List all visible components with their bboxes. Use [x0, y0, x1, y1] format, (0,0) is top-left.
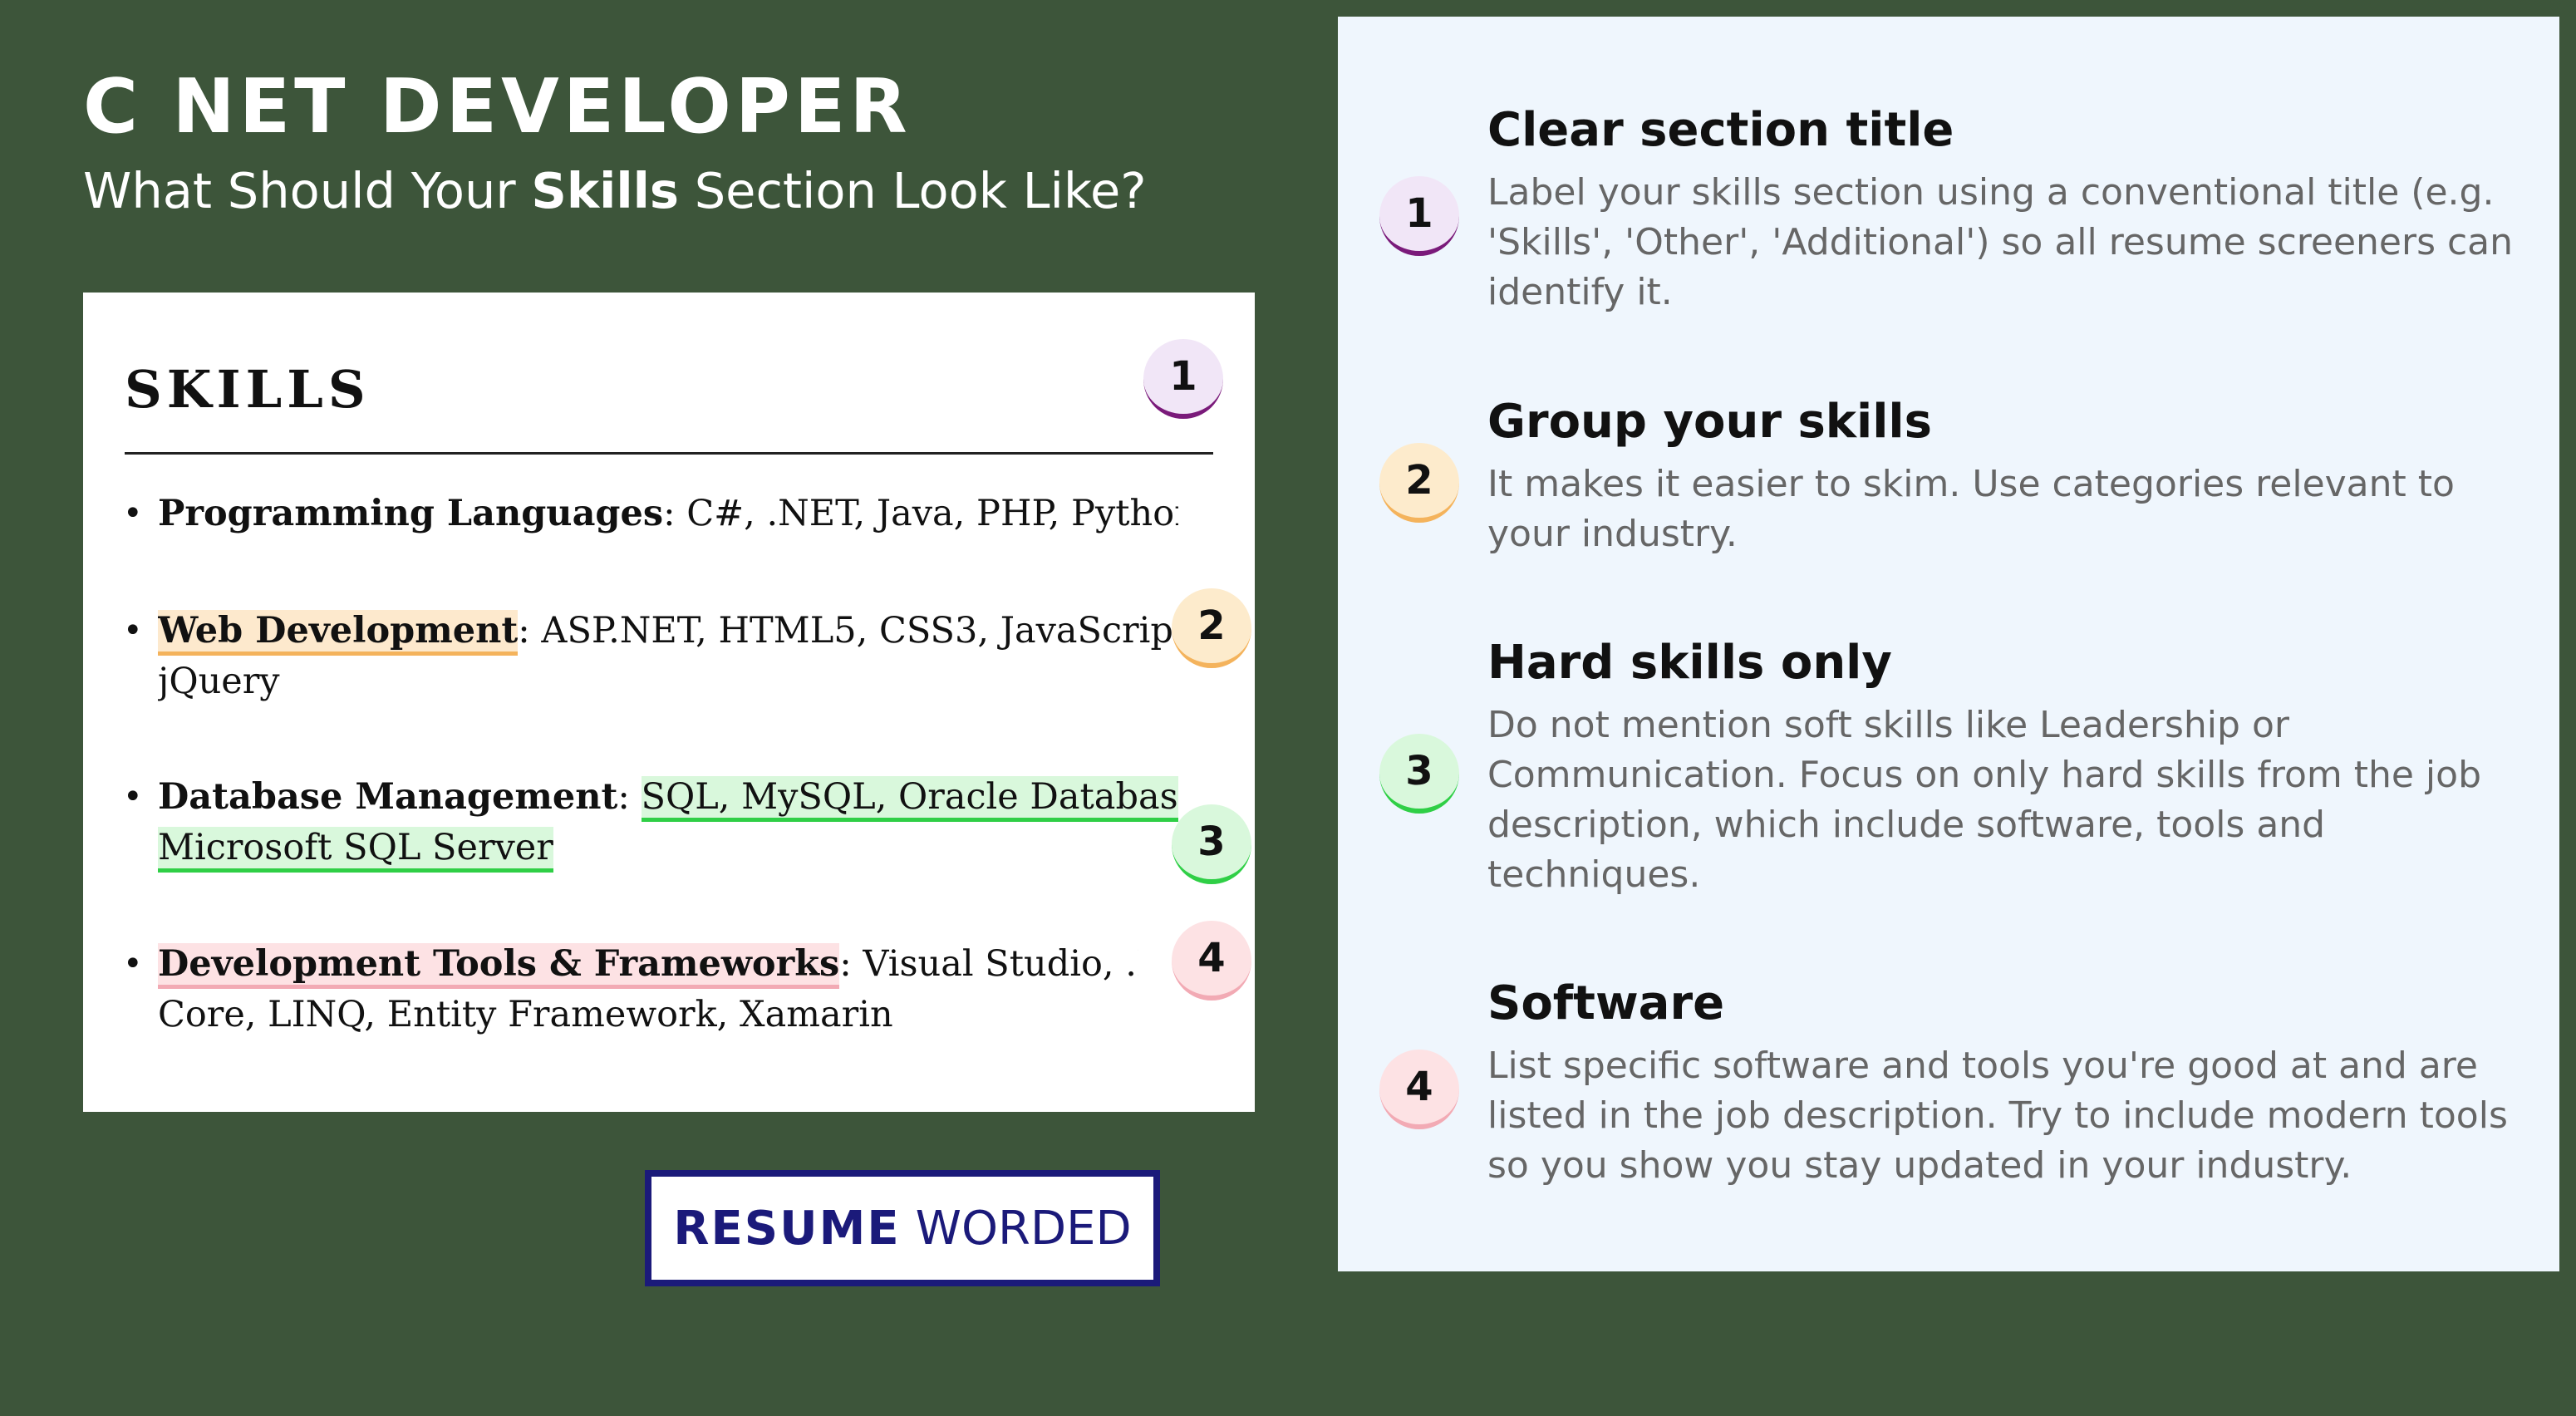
tip-badge-3: 3 [1379, 734, 1459, 814]
bullet-icon: • [123, 612, 143, 650]
tip-badge-4: 4 [1379, 1050, 1459, 1129]
tip-badge-2: 2 [1379, 443, 1459, 523]
skill-values-line2: Microsoft SQL Server [158, 827, 553, 873]
page-subtitle: What Should Your Skills Section Look Lik… [83, 162, 1147, 219]
bullet-icon: • [123, 945, 143, 983]
tip-title: Clear section title [1487, 103, 1954, 157]
tip-title: Software [1487, 976, 1725, 1030]
skill-values: : ASP.NET, HTML5, CSS3, JavaScript, [518, 610, 1178, 651]
skill-values: : Visual Studio, .NET [839, 943, 1138, 985]
skill-values-line2: jQuery [158, 661, 280, 702]
tips-panel: 1 Clear section title Label your skills … [1338, 17, 2559, 1271]
subtitle-bold: Skills [531, 162, 679, 219]
tip-body: List specific software and tools you're … [1487, 1045, 2508, 1187]
skill-item-web: • Web Development: ASP.NET, HTML5, CSS3,… [123, 606, 1178, 707]
page-title: C NET DEVELOPER [83, 63, 912, 150]
skill-item-programming: • Programming Languages: C#, .NET, Java,… [123, 489, 1178, 539]
skill-values: SQL, MySQL, Oracle Database, [641, 776, 1178, 822]
bullet-icon: • [123, 778, 143, 816]
tip-body: It makes it easier to skim. Use categori… [1487, 463, 2455, 555]
logo-bold-text: RESUME [673, 1201, 901, 1256]
skill-item-tools: • Development Tools & Frameworks: Visual… [123, 939, 1178, 1040]
tip-body: Label your skills section using a conven… [1487, 171, 2514, 313]
skills-card: SKILLS 1 • Programming Languages: C#, .N… [83, 293, 1255, 1112]
skills-heading: SKILLS [125, 359, 371, 420]
resume-worded-logo: RESUME WORDED [645, 1170, 1160, 1286]
badge-1: 1 [1143, 339, 1223, 419]
skills-divider [125, 452, 1213, 455]
subtitle-post: Section Look Like? [678, 162, 1147, 219]
skill-label: Database Management [158, 776, 618, 818]
skill-label: Programming Languages [158, 493, 664, 534]
tip-title: Hard skills only [1487, 636, 1892, 690]
skill-values: : C#, .NET, Java, PHP, Python [663, 493, 1178, 534]
badge-4: 4 [1172, 921, 1251, 1001]
skill-label: Web Development [158, 610, 519, 656]
bullet-icon: • [123, 494, 143, 533]
badge-2: 2 [1172, 588, 1251, 668]
skill-values-line2: Core, LINQ, Entity Framework, Xamarin [158, 994, 893, 1035]
badge-3: 3 [1172, 804, 1251, 884]
skill-item-database: • Database Management: SQL, MySQL, Oracl… [123, 772, 1178, 873]
tip-body: Do not mention soft skills like Leadersh… [1487, 704, 2481, 896]
tip-title: Group your skills [1487, 395, 1932, 449]
subtitle-pre: What Should Your [83, 162, 532, 219]
tip-badge-1: 1 [1379, 176, 1459, 256]
logo-light-text: WORDED [915, 1201, 1132, 1256]
skill-label: Development Tools & Frameworks [158, 943, 840, 989]
skill-sep: : [617, 776, 642, 818]
